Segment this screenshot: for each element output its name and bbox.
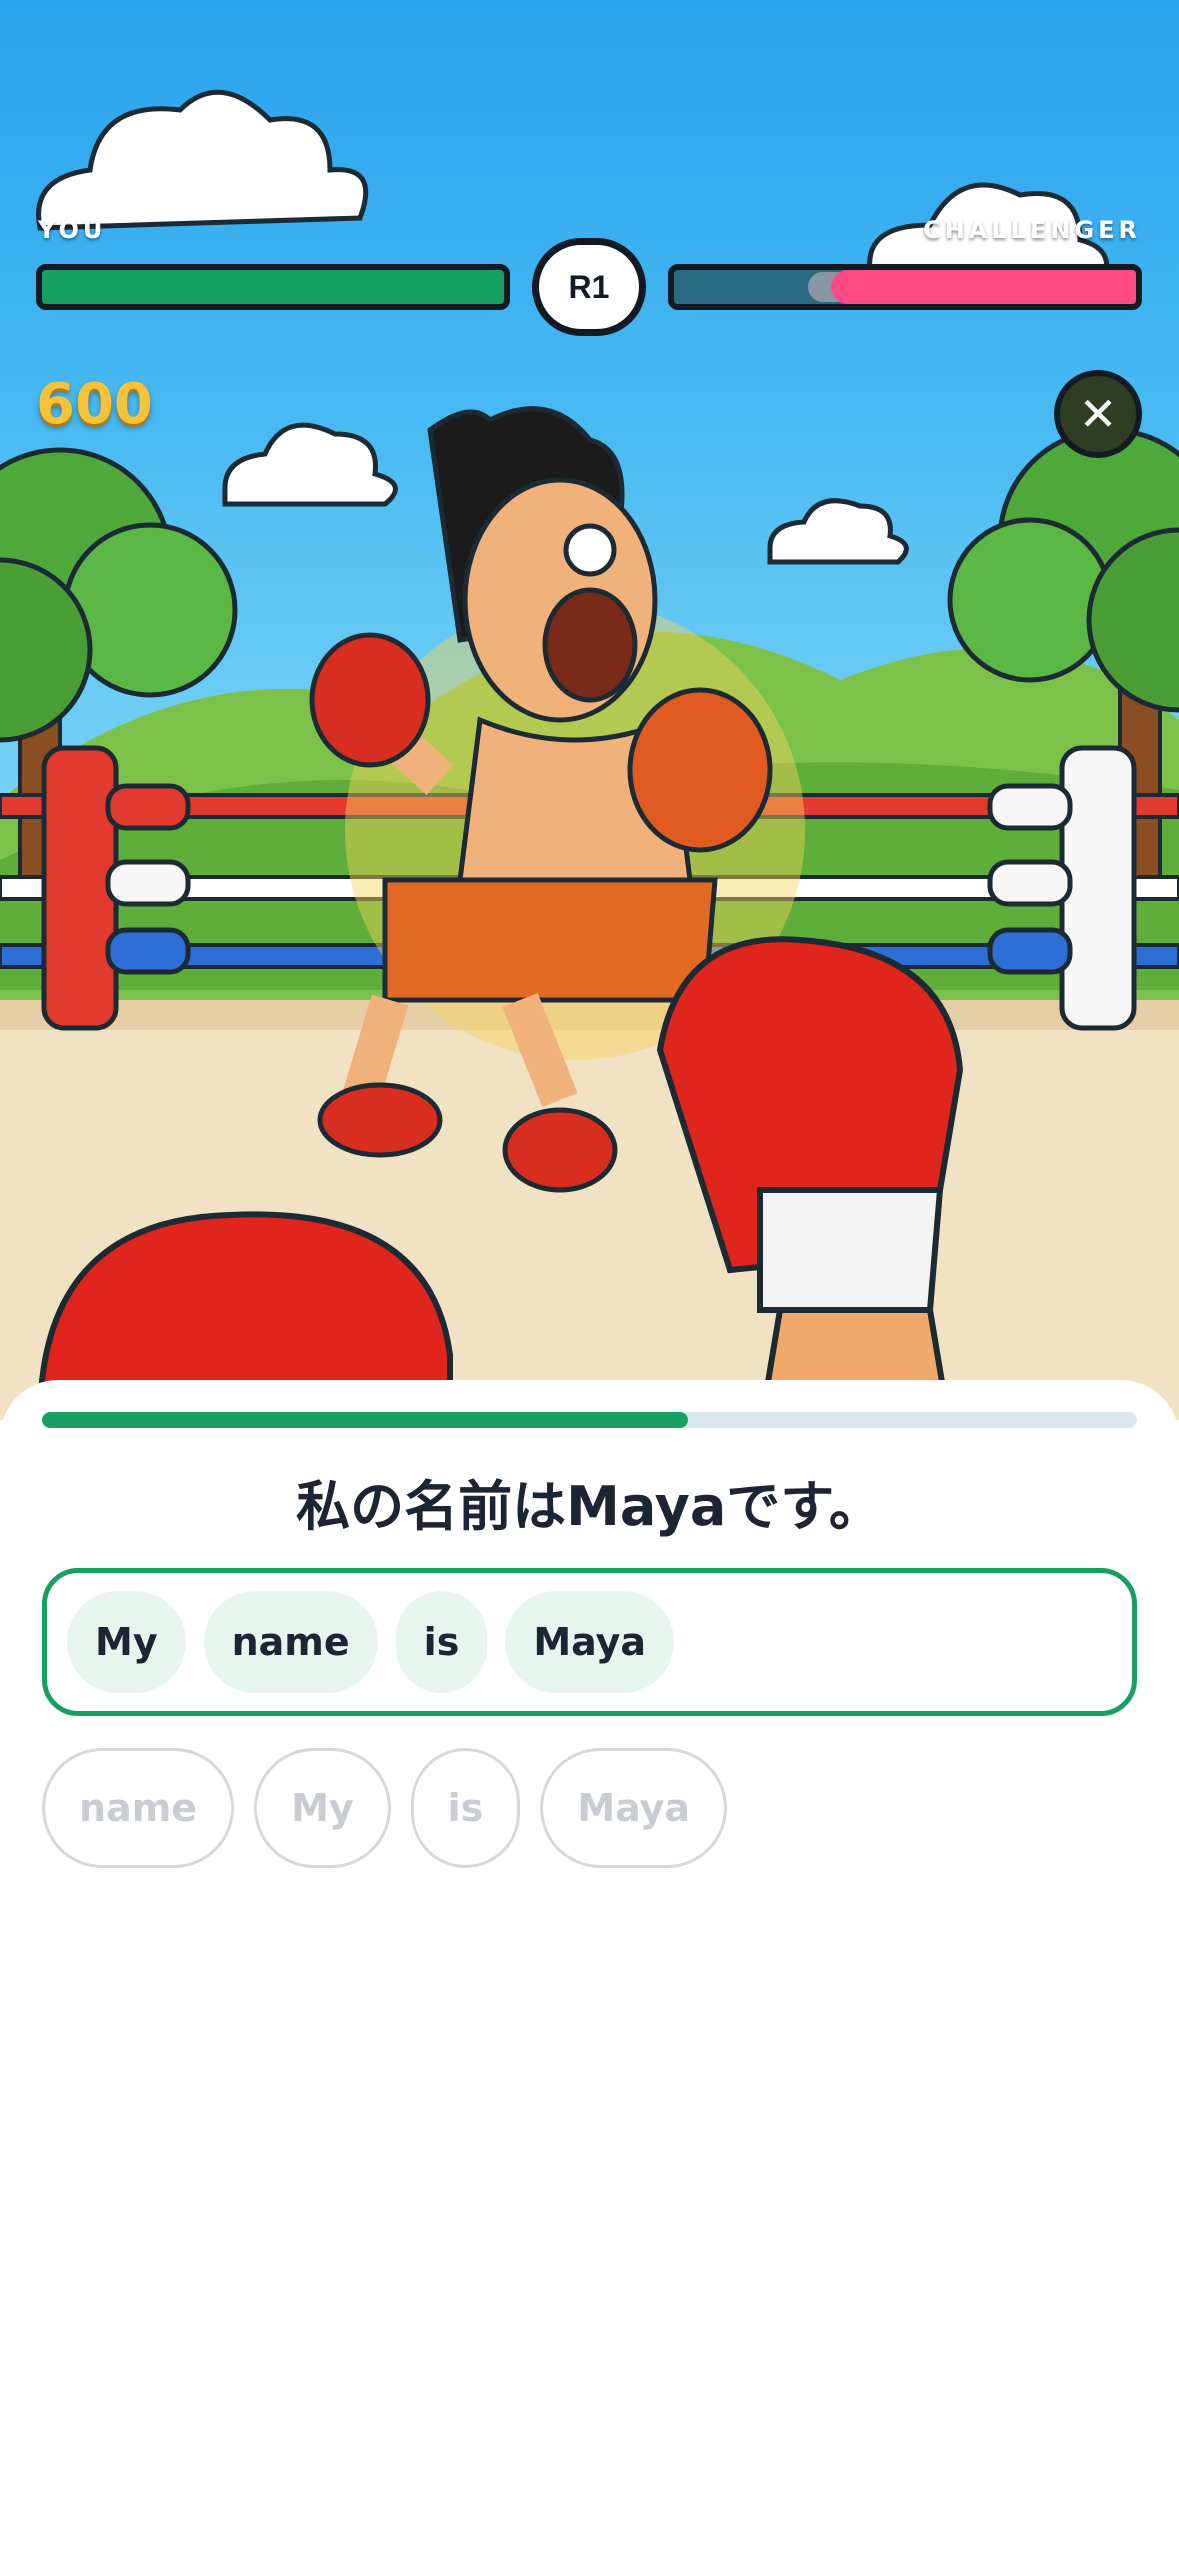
answer-chip[interactable]: My — [67, 1591, 186, 1693]
answer-chip[interactable]: is — [395, 1591, 488, 1693]
word-bank-chip[interactable]: My — [254, 1748, 391, 1868]
answer-chip[interactable]: name — [203, 1591, 378, 1693]
answer-area[interactable]: My name is Maya — [42, 1568, 1137, 1716]
close-button[interactable]: ✕ — [1054, 370, 1142, 458]
exercise-sheet: 私の名前はMayaです。 My name is Maya name My is … — [0, 1380, 1179, 2556]
word-bank-chip[interactable]: Maya — [540, 1748, 728, 1868]
player-label: YOU — [38, 216, 107, 244]
prompt-sentence: 私の名前はMayaです。 — [296, 1475, 883, 1538]
boxing-ring-illustration — [0, 89, 1179, 1420]
player-health-bar — [36, 264, 510, 310]
close-icon: ✕ — [1078, 387, 1118, 441]
round-badge: R1 — [532, 238, 646, 336]
word-bank: name My is Maya — [42, 1748, 728, 1868]
word-bank-chip[interactable]: name — [42, 1748, 235, 1868]
game-scene — [0, 0, 1179, 1420]
player-health-fill — [42, 270, 504, 304]
word-bank-chip[interactable]: is — [410, 1748, 521, 1868]
lesson-progress-fill — [42, 1412, 689, 1428]
opponent-health-fill — [831, 270, 1136, 304]
answer-chip[interactable]: Maya — [505, 1591, 675, 1693]
score: 600 — [36, 372, 153, 437]
lesson-progress-bar — [42, 1412, 1137, 1428]
opponent-health-bar — [668, 264, 1142, 310]
opponent-label: CHALLENGER — [923, 216, 1141, 244]
